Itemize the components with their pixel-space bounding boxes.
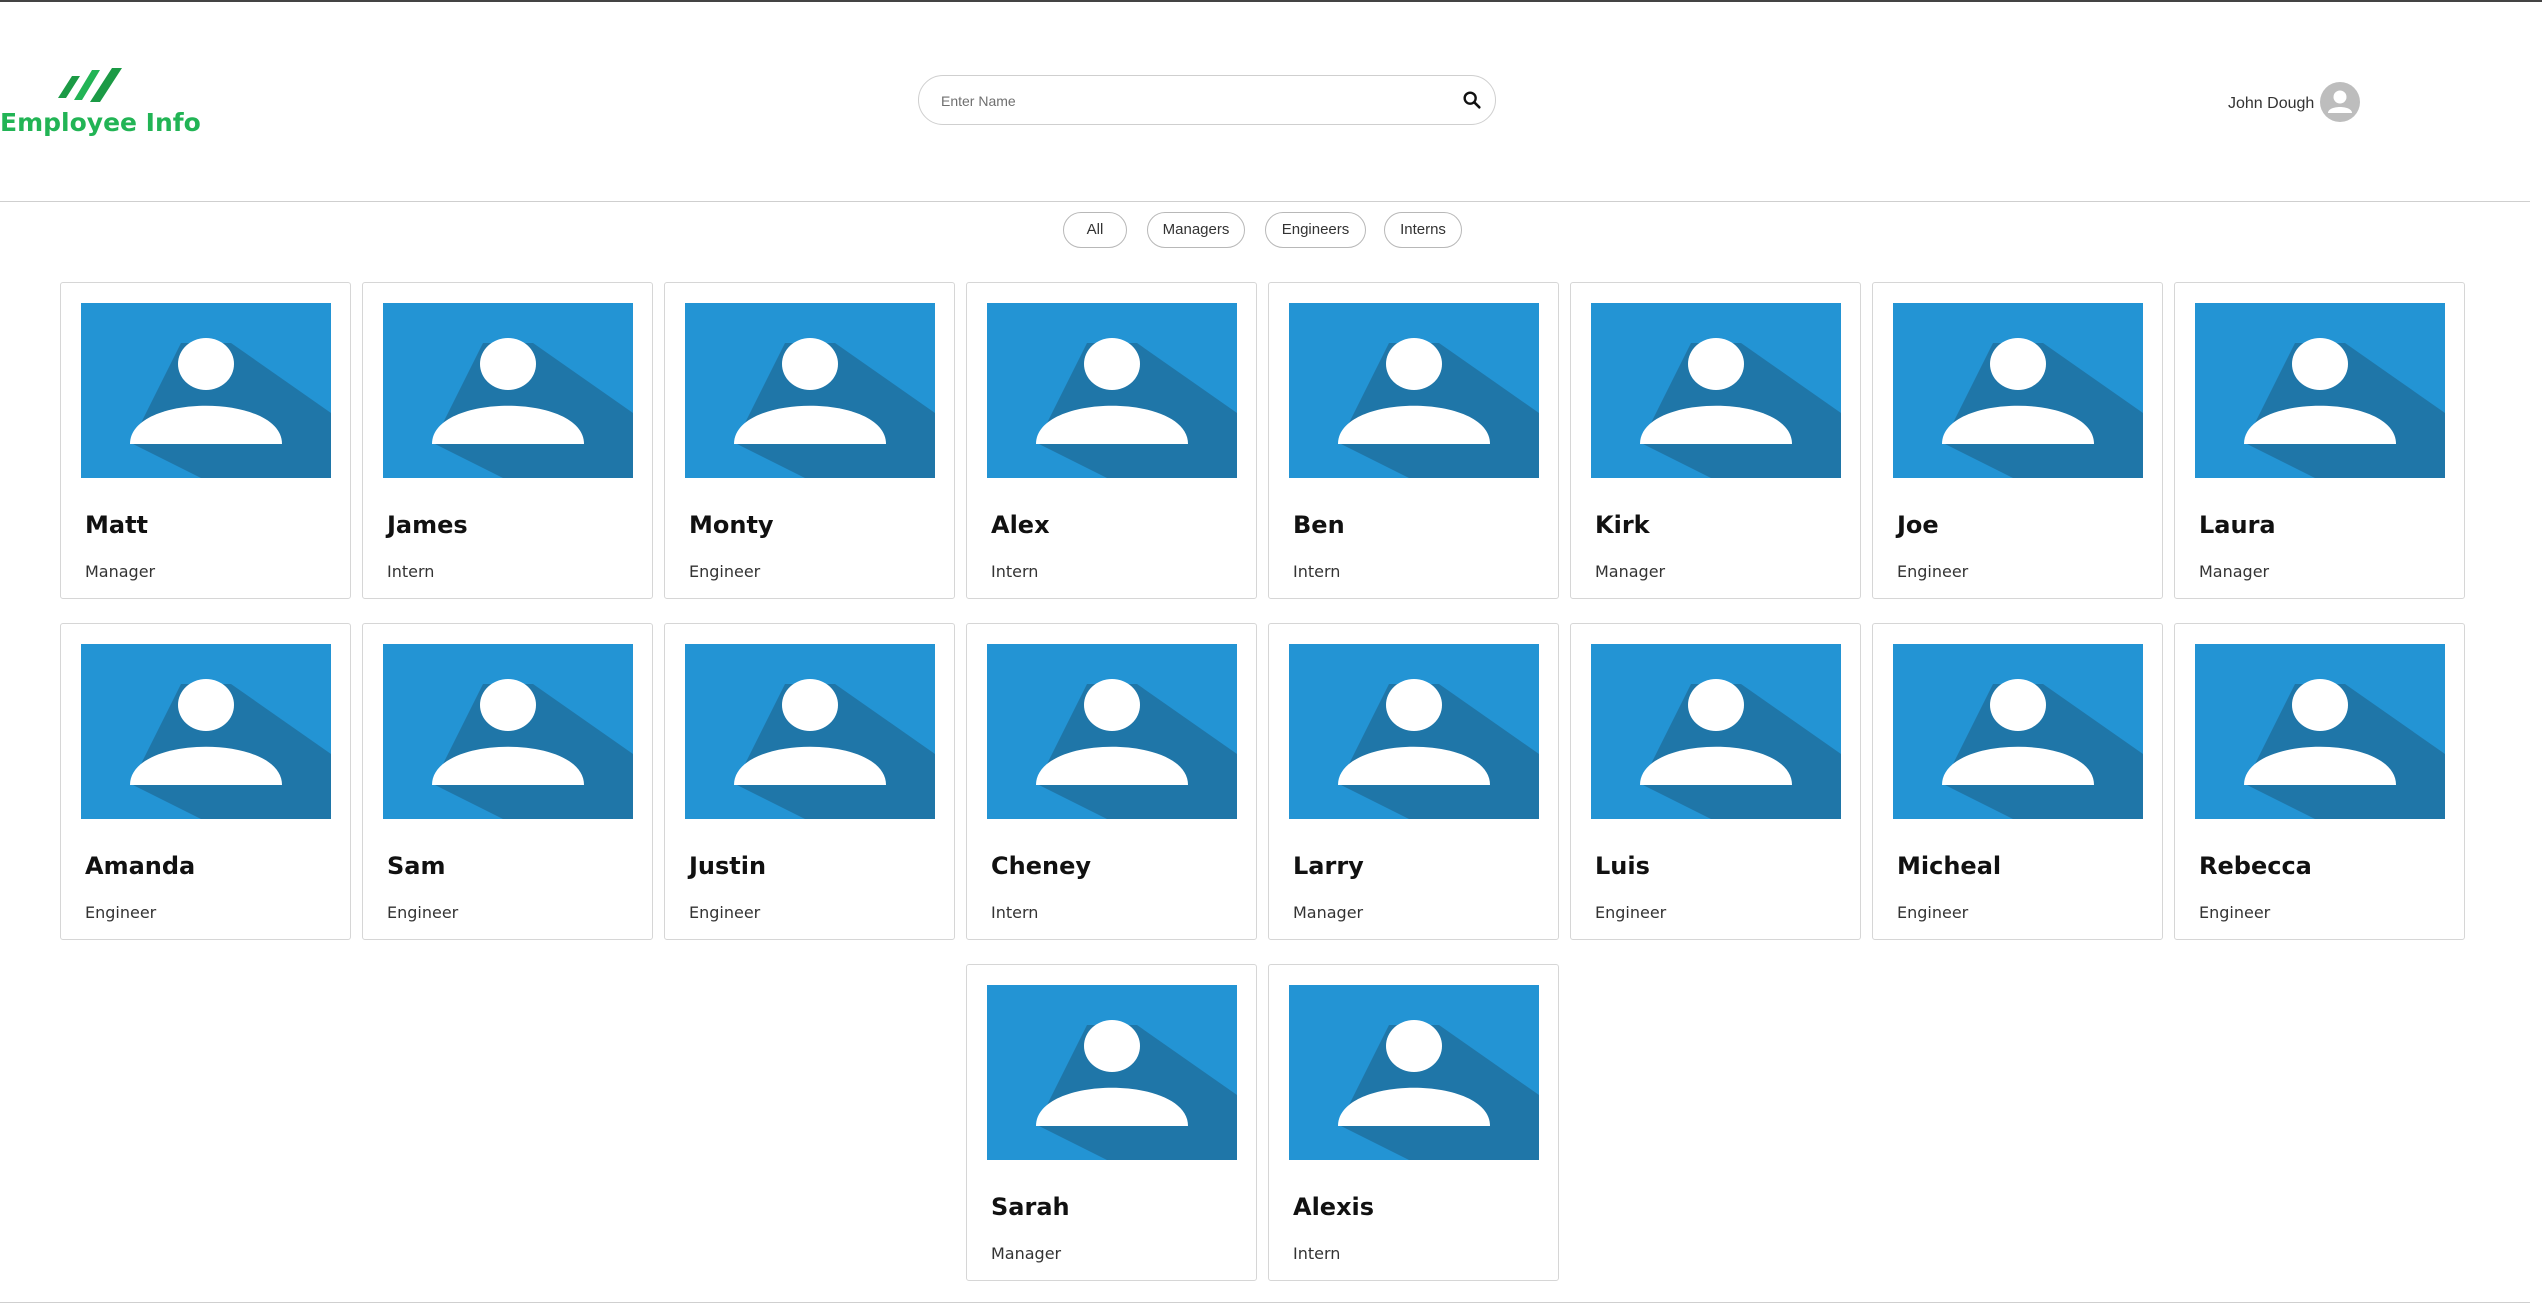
employee-card[interactable]: Monty Engineer xyxy=(664,282,955,599)
person-placeholder-icon xyxy=(1591,644,1841,819)
employee-role: Engineer xyxy=(1897,903,1969,922)
person-placeholder-icon xyxy=(1289,985,1539,1160)
employee-role: Intern xyxy=(387,562,435,581)
person-placeholder-icon xyxy=(1289,303,1539,478)
filter-managers-button[interactable]: Managers xyxy=(1147,212,1245,248)
search-icon[interactable] xyxy=(1461,89,1483,111)
employee-role: Engineer xyxy=(85,903,157,922)
employee-card[interactable]: Larry Manager xyxy=(1268,623,1559,940)
employee-name: Luis xyxy=(1595,852,1650,880)
employee-name: Matt xyxy=(85,511,149,539)
employee-name: Joe xyxy=(1897,511,1939,539)
person-placeholder-icon xyxy=(383,644,633,819)
employee-name: Justin xyxy=(689,852,767,880)
person-placeholder-icon xyxy=(2195,303,2445,478)
filter-engineers-button[interactable]: Engineers xyxy=(1265,212,1366,248)
user-name: John Dough xyxy=(2228,95,2315,112)
employee-name: Larry xyxy=(1293,852,1364,880)
employee-name: James xyxy=(387,511,468,539)
person-placeholder-icon xyxy=(383,303,633,478)
employee-card[interactable]: Joe Engineer xyxy=(1872,282,2163,599)
employee-role: Manager xyxy=(85,562,156,581)
person-placeholder-icon xyxy=(1893,644,2143,819)
employee-card[interactable]: Kirk Manager xyxy=(1570,282,1861,599)
employee-card[interactable]: Sarah Manager xyxy=(966,964,1257,1281)
person-placeholder-icon xyxy=(1289,644,1539,819)
employee-role: Engineer xyxy=(1897,562,1969,581)
employee-card[interactable]: Cheney Intern xyxy=(966,623,1257,940)
person-placeholder-icon xyxy=(1893,303,2143,478)
employee-name: Kirk xyxy=(1595,511,1650,539)
person-placeholder-icon xyxy=(685,644,935,819)
employee-role: Manager xyxy=(991,1244,1062,1263)
person-placeholder-icon xyxy=(685,303,935,478)
brand-logo[interactable]: Employee Info xyxy=(0,64,201,144)
app-header: Employee Info John Dough xyxy=(0,2,2530,202)
employee-name: Sam xyxy=(387,852,446,880)
employee-role: Intern xyxy=(1293,562,1341,581)
filter-interns-button[interactable]: Interns xyxy=(1384,212,1462,248)
employee-name: Rebecca xyxy=(2199,852,2312,880)
search-input[interactable] xyxy=(939,88,1443,114)
search-box xyxy=(918,75,1496,125)
employee-role: Engineer xyxy=(689,903,761,922)
person-placeholder-icon xyxy=(987,985,1237,1160)
person-placeholder-icon xyxy=(81,303,331,478)
employee-name: Laura xyxy=(2199,511,2276,539)
employee-name: Cheney xyxy=(991,852,1091,880)
employee-role: Manager xyxy=(2199,562,2270,581)
employee-name: Amanda xyxy=(85,852,196,880)
employee-role: Manager xyxy=(1595,562,1666,581)
employee-role: Engineer xyxy=(2199,903,2271,922)
stripes-logo-icon xyxy=(58,68,122,102)
employee-card[interactable]: Laura Manager xyxy=(2174,282,2465,599)
filter-all-button[interactable]: All xyxy=(1063,212,1127,248)
person-placeholder-icon xyxy=(1591,303,1841,478)
employee-name: Micheal xyxy=(1897,852,2002,880)
employee-card[interactable]: James Intern xyxy=(362,282,653,599)
employee-name: Alexis xyxy=(1293,1193,1375,1221)
employee-card[interactable]: Rebecca Engineer xyxy=(2174,623,2465,940)
employee-card[interactable]: Micheal Engineer xyxy=(1872,623,2163,940)
employee-card[interactable]: Sam Engineer xyxy=(362,623,653,940)
employee-role: Engineer xyxy=(689,562,761,581)
employee-card[interactable]: Matt Manager xyxy=(60,282,351,599)
person-placeholder-icon xyxy=(81,644,331,819)
person-placeholder-icon xyxy=(987,303,1237,478)
employee-name: Sarah xyxy=(991,1193,1070,1221)
brand-title: Employee Info xyxy=(0,108,201,137)
employee-name: Alex xyxy=(991,511,1050,539)
employee-role: Engineer xyxy=(387,903,459,922)
employee-card[interactable]: Alex Intern xyxy=(966,282,1257,599)
employee-role: Intern xyxy=(991,562,1039,581)
employee-card[interactable]: Luis Engineer xyxy=(1570,623,1861,940)
employee-name: Ben xyxy=(1293,511,1345,539)
employee-card[interactable]: Amanda Engineer xyxy=(60,623,351,940)
employee-role: Manager xyxy=(1293,903,1364,922)
employee-role: Intern xyxy=(1293,1244,1341,1263)
employee-name: Monty xyxy=(689,511,774,539)
bottom-border xyxy=(0,1302,2530,1303)
person-placeholder-icon xyxy=(987,644,1237,819)
employee-role: Engineer xyxy=(1595,903,1667,922)
employee-card[interactable]: Ben Intern xyxy=(1268,282,1559,599)
employee-card[interactable]: Alexis Intern xyxy=(1268,964,1559,1281)
employee-card[interactable]: Justin Engineer xyxy=(664,623,955,940)
person-placeholder-icon xyxy=(2195,644,2445,819)
employee-role: Intern xyxy=(991,903,1039,922)
user-avatar-icon[interactable] xyxy=(2320,82,2360,122)
